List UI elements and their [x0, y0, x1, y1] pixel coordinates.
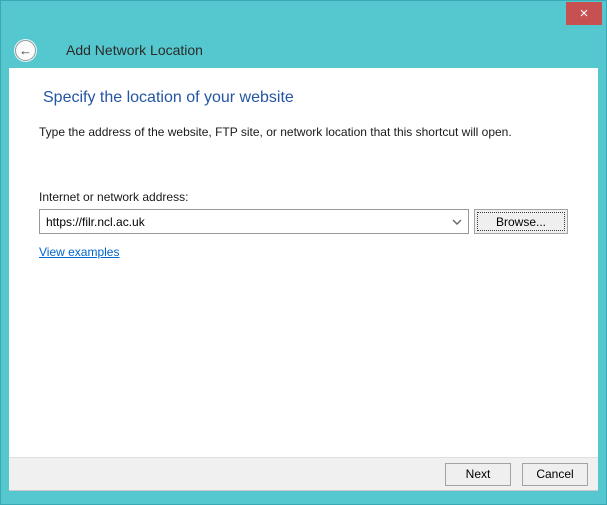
browse-button[interactable]: Browse...	[474, 209, 568, 234]
wizard-content: Specify the location of your website Typ…	[9, 68, 598, 457]
close-icon: ×	[580, 6, 589, 21]
title-bar: × ← Add Network Location	[1, 1, 606, 68]
instruction-text: Type the address of the website, FTP sit…	[39, 125, 512, 139]
chevron-down-icon[interactable]	[446, 219, 468, 225]
close-button[interactable]: ×	[566, 2, 602, 25]
address-label: Internet or network address:	[39, 190, 188, 204]
add-network-location-window: × ← Add Network Location Specify the loc…	[0, 0, 607, 505]
view-examples-link[interactable]: View examples	[39, 245, 119, 259]
back-arrow-icon: ←	[19, 44, 32, 57]
back-button[interactable]: ←	[15, 40, 36, 61]
cancel-button[interactable]: Cancel	[522, 463, 588, 486]
address-input[interactable]	[40, 210, 446, 233]
window-title: Add Network Location	[66, 42, 203, 58]
window-bottom-border	[1, 491, 606, 504]
page-title: Specify the location of your website	[43, 89, 294, 107]
next-button[interactable]: Next	[445, 463, 511, 486]
address-row: Browse...	[39, 209, 568, 234]
address-combobox[interactable]	[39, 209, 469, 234]
footer-bar: Next Cancel	[9, 457, 598, 491]
